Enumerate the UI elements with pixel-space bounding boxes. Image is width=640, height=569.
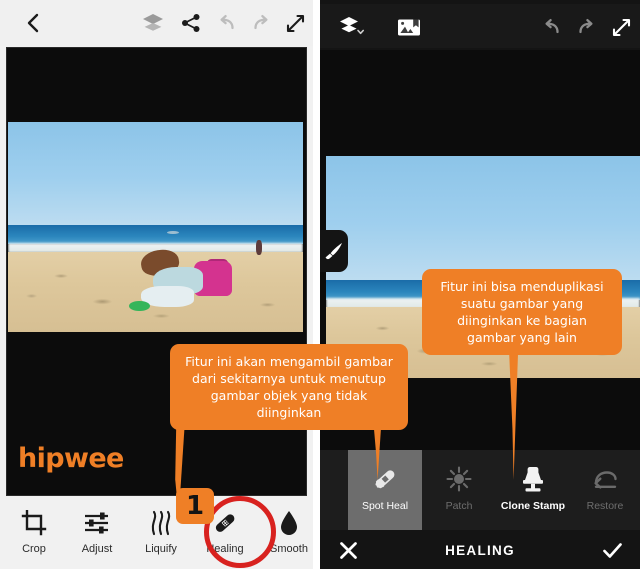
check-icon: [602, 542, 622, 558]
close-icon: [339, 541, 357, 559]
undo-icon[interactable]: [538, 14, 566, 40]
tool-spot-heal[interactable]: Spot Heal: [348, 450, 422, 530]
expand-icon[interactable]: [282, 10, 308, 36]
tool-clone-stamp-label: Clone Stamp: [500, 500, 566, 512]
crop-icon: [3, 506, 65, 540]
tool-restore[interactable]: Restore: [568, 450, 640, 530]
right-topbar: [320, 4, 640, 48]
layers-icon[interactable]: [140, 10, 166, 36]
tooltip-clone-stamp: Fitur ini bisa menduplikasi suatu gambar…: [422, 269, 622, 355]
share-icon[interactable]: [178, 10, 204, 36]
confirm-button[interactable]: [584, 541, 640, 560]
tool-spot-heal-label: Spot Heal: [361, 500, 409, 512]
step-badge-1: 1: [176, 488, 214, 524]
tool-patch-label: Patch: [445, 500, 473, 512]
redo-icon[interactable]: [248, 10, 274, 36]
undo-icon[interactable]: [214, 10, 240, 36]
spot-heal-icon: [348, 450, 422, 500]
healing-tool-strip: Spot Heal Patch Clone Stamp Restore: [320, 450, 640, 530]
screenshot-root: hipwee Crop Adjust Liquify Healing Smoot…: [0, 0, 640, 569]
left-panel: hipwee Crop Adjust Liquify Healing Smoot…: [0, 0, 313, 569]
tool-adjust-label: Adjust: [81, 543, 113, 555]
beach-photo-left: [8, 122, 303, 332]
layers-dropdown-icon[interactable]: [338, 14, 366, 40]
expand-icon[interactable]: [607, 14, 635, 40]
tool-adjust[interactable]: Adjust: [66, 506, 128, 555]
brush-icon: [325, 243, 342, 260]
right-bottom-bar: HEALING: [320, 531, 640, 569]
tool-liquify-label: Liquify: [145, 543, 177, 555]
patch-icon: [422, 450, 496, 500]
tooltip-healing: Fitur ini akan mengambil gambar dari sek…: [170, 344, 408, 430]
left-topbar: [0, 0, 313, 46]
brush-settings-tab[interactable]: [320, 230, 348, 272]
restore-icon: [568, 450, 640, 500]
healing-title: HEALING: [445, 542, 515, 558]
clone-stamp-icon: [496, 450, 570, 500]
tool-crop-label: Crop: [22, 543, 46, 555]
panel-divider: [313, 0, 320, 569]
tool-patch[interactable]: Patch: [422, 450, 496, 530]
back-icon[interactable]: [20, 10, 46, 36]
redo-icon[interactable]: [572, 14, 600, 40]
tool-crop[interactable]: Crop: [3, 506, 65, 555]
tool-restore-label: Restore: [586, 500, 624, 512]
tool-clone-stamp[interactable]: Clone Stamp: [496, 450, 570, 530]
cancel-button[interactable]: [320, 541, 376, 560]
before-after-icon[interactable]: [395, 14, 423, 40]
hipwee-watermark: hipwee: [18, 443, 124, 474]
healing-highlight-circle: [204, 496, 276, 568]
adjust-icon: [66, 506, 128, 540]
